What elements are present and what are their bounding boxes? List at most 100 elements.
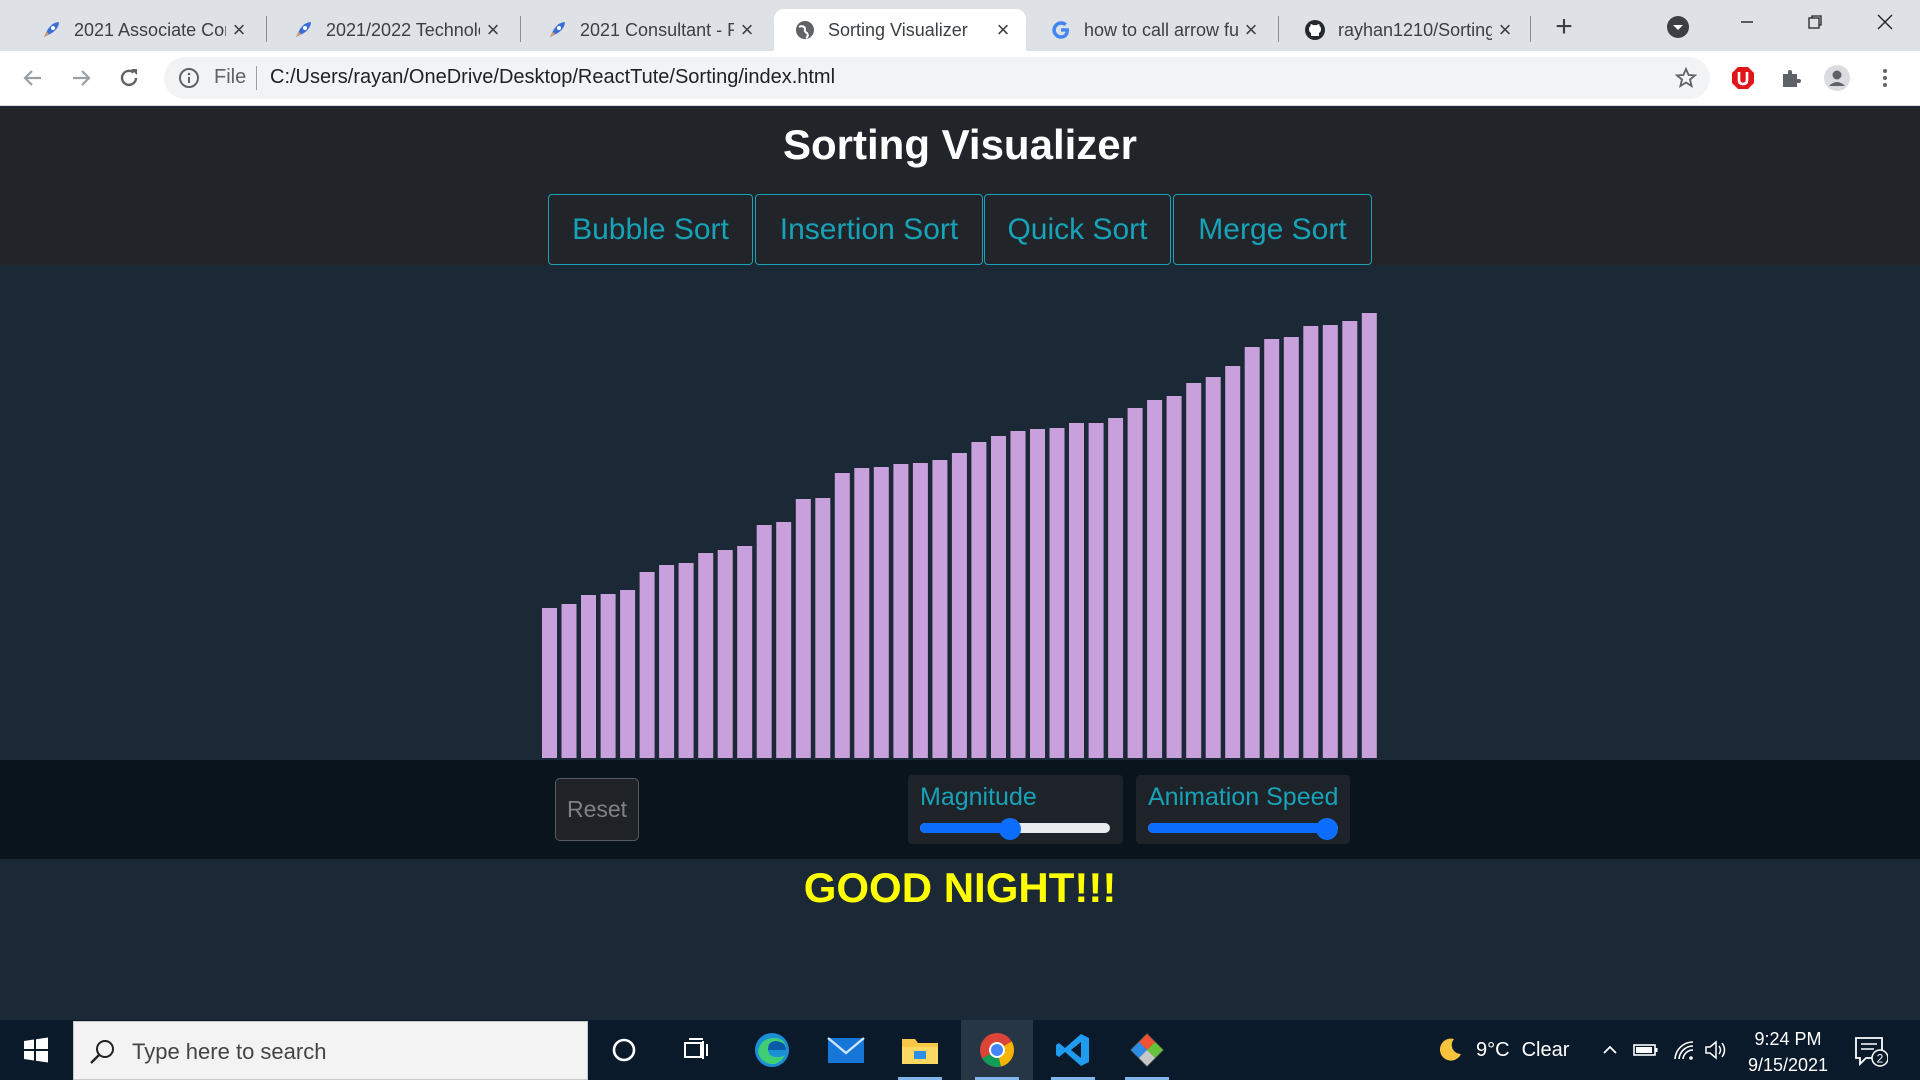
merge-sort-button[interactable]: Merge Sort: [1173, 194, 1372, 265]
wifi-icon[interactable]: [1670, 1036, 1698, 1064]
file-explorer-icon[interactable]: [884, 1020, 956, 1080]
address-bar[interactable]: File C:/Users/rayan/OneDrive/Desktop/Rea…: [164, 57, 1710, 99]
tab-close-icon[interactable]: ×: [734, 17, 760, 43]
tab-search-icon[interactable]: [1664, 13, 1692, 41]
magnitude-slider-thumb[interactable]: [998, 818, 1021, 840]
minimize-icon[interactable]: [1714, 0, 1780, 44]
rocket-icon: [546, 19, 568, 41]
windows-taskbar: Type here to search 9°C Clear 9:24 PM 9/…: [0, 1020, 1920, 1080]
browser-tab-strip: 2021 Associate Consultant × 2021/2022 Te…: [0, 0, 1920, 51]
array-bar: [1049, 428, 1065, 758]
extensions-puzzle-icon[interactable]: [1772, 59, 1810, 97]
array-bar: [854, 468, 870, 758]
magnitude-label: Magnitude: [920, 783, 1037, 811]
restore-icon[interactable]: [1782, 0, 1848, 44]
array-bar: [561, 604, 577, 758]
insertion-sort-button[interactable]: Insertion Sort: [755, 194, 983, 265]
array-bar: [951, 453, 967, 758]
array-bar: [1225, 366, 1241, 758]
new-tab-button[interactable]: +: [1546, 9, 1582, 45]
show-hidden-icons-chevron-icon[interactable]: [1596, 1036, 1624, 1064]
moon-icon: [1436, 1036, 1464, 1064]
reload-icon[interactable]: [110, 59, 148, 97]
google-icon: [1050, 19, 1072, 41]
address-url[interactable]: C:/Users/rayan/OneDrive/Desktop/ReactTut…: [270, 66, 835, 89]
profile-avatar-icon[interactable]: [1818, 59, 1856, 97]
animation-speed-slider-track[interactable]: [1148, 823, 1338, 833]
array-bar: [620, 590, 636, 758]
tab-title: 2021/2022 Technology: [326, 19, 480, 40]
ublock-extension-icon[interactable]: [1724, 59, 1762, 97]
notification-center-icon[interactable]: 2: [1852, 1034, 1889, 1068]
tab-close-icon[interactable]: ×: [226, 17, 252, 43]
github-icon: [1304, 19, 1326, 41]
tab-close-icon[interactable]: ×: [480, 17, 506, 43]
vscode-icon[interactable]: [1037, 1020, 1109, 1080]
animation-speed-slider-thumb[interactable]: [1316, 818, 1338, 840]
task-view-icon[interactable]: [660, 1020, 732, 1080]
tab-sorting-visualizer[interactable]: Sorting Visualizer ×: [774, 9, 1026, 51]
array-bar: [991, 436, 1006, 758]
tab-github-repo[interactable]: rayhan1210/Sorting ×: [1284, 9, 1528, 51]
weather-condition: Clear: [1521, 1038, 1570, 1061]
array-bar: [873, 467, 889, 758]
array-bar: [1127, 408, 1143, 758]
quick-sort-button[interactable]: Quick Sort: [984, 194, 1171, 265]
info-icon[interactable]: [178, 67, 200, 89]
array-bar: [717, 550, 733, 758]
array-bar: [893, 464, 909, 758]
array-bar: [815, 498, 831, 758]
close-window-icon[interactable]: [1852, 0, 1918, 44]
tab-close-icon[interactable]: ×: [1238, 17, 1264, 43]
tab-consultant[interactable]: 2021 Consultant - R ×: [526, 9, 770, 51]
tab-title: how to call arrow fu: [1084, 19, 1238, 40]
battery-icon[interactable]: [1632, 1036, 1660, 1064]
array-bar: [1244, 347, 1260, 758]
tab-title: rayhan1210/Sorting: [1338, 19, 1492, 40]
clock-time: 9:24 PM: [1754, 1029, 1822, 1049]
menu-kebab-icon[interactable]: [1866, 59, 1904, 97]
weather-temperature: 9°C: [1476, 1038, 1510, 1061]
tab-technology[interactable]: 2021/2022 Technology ×: [272, 9, 516, 51]
bar-chart-area: [0, 265, 1920, 760]
taskbar-search-box[interactable]: Type here to search: [73, 1021, 588, 1080]
git-icon[interactable]: [1111, 1020, 1183, 1080]
array-bar: [542, 608, 557, 758]
tab-separator: [266, 16, 267, 42]
array-bar: [1108, 418, 1124, 758]
array-bar: [1030, 429, 1045, 758]
forward-icon[interactable]: [62, 59, 100, 97]
array-bar: [1166, 396, 1182, 758]
cortana-icon[interactable]: [588, 1020, 660, 1080]
tab-close-icon[interactable]: ×: [990, 17, 1016, 43]
array-bar: [795, 499, 811, 758]
bookmark-star-icon[interactable]: [1674, 66, 1698, 90]
tab-associate-consultant[interactable]: 2021 Associate Consultant ×: [20, 9, 262, 51]
volume-icon[interactable]: [1702, 1036, 1730, 1064]
system-clock[interactable]: 9:24 PM 9/15/2021: [1735, 1026, 1841, 1078]
tab-google-search[interactable]: how to call arrow fu ×: [1030, 9, 1274, 51]
browser-toolbar: File C:/Users/rayan/OneDrive/Desktop/Rea…: [0, 51, 1920, 106]
controls-bar: Reset Magnitude Animation Speed: [0, 760, 1920, 859]
array-bar: [698, 553, 714, 758]
globe-icon: [794, 19, 816, 41]
back-icon[interactable]: [14, 59, 52, 97]
tab-close-icon[interactable]: ×: [1492, 17, 1518, 43]
reset-button[interactable]: Reset: [555, 778, 639, 841]
search-placeholder: Type here to search: [132, 1039, 327, 1064]
tab-separator: [1278, 16, 1279, 42]
edge-icon[interactable]: [736, 1020, 808, 1080]
array-bar: [1264, 339, 1280, 758]
array-bar: [1361, 313, 1377, 758]
mail-icon[interactable]: [810, 1020, 882, 1080]
array-bar: [581, 595, 596, 758]
weather-widget[interactable]: 9°C Clear: [1436, 1036, 1569, 1064]
chrome-icon[interactable]: [961, 1020, 1033, 1080]
array-bars: [542, 313, 1377, 758]
bubble-sort-button[interactable]: Bubble Sort: [548, 194, 753, 265]
array-bar: [1088, 423, 1104, 758]
greeting-message: GOOD NIGHT!!!: [803, 864, 1117, 911]
windows-start-icon[interactable]: [0, 1020, 72, 1080]
array-bar: [1147, 400, 1163, 758]
array-bar: [1303, 326, 1319, 758]
